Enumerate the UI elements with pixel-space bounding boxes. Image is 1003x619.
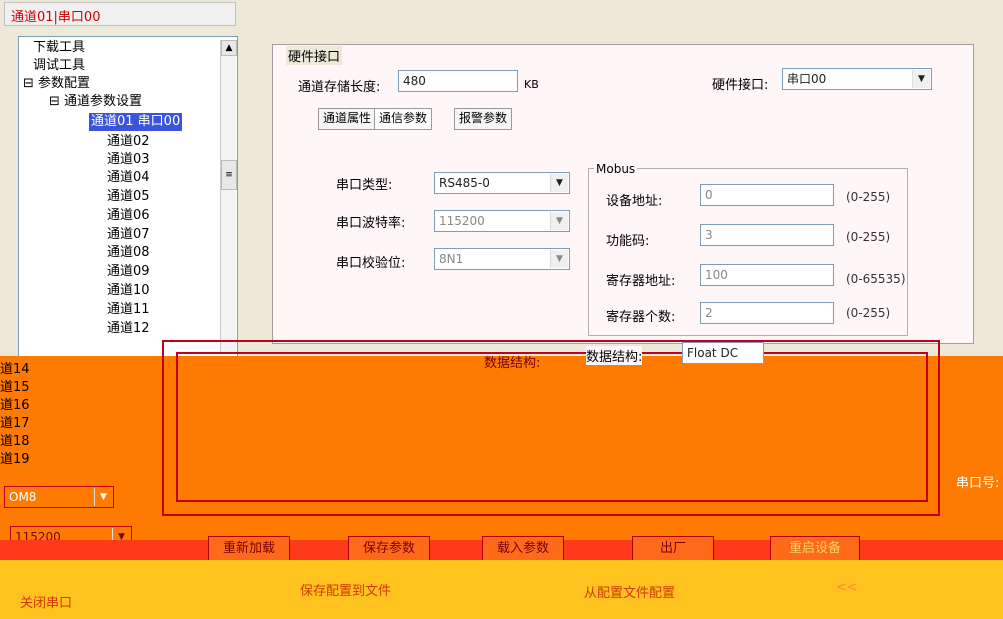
com-port-select[interactable]: OM8 ▼ (4, 486, 114, 508)
factory-reset-button[interactable]: 出厂 (632, 536, 714, 562)
scroll-thumb[interactable]: ≡ (221, 160, 237, 190)
data-struct-mid-label: 数据结构: (484, 356, 541, 371)
chevron-down-icon[interactable]: ▼ (550, 174, 568, 192)
channel-list-lower: 道14 道15 道16 道17 道18 道19 (0, 356, 128, 470)
inner-frame-2 (176, 352, 928, 502)
list-item[interactable]: 道15 (0, 376, 30, 395)
iface-label: 硬件接口: (712, 78, 769, 93)
storage-label: 通道存储长度: (298, 80, 381, 95)
tree-panel: 下载工具 调试工具 ⊟ 参数配置 ⊟ 通道参数设置 通道01 串口00 通道02… (18, 36, 238, 358)
storage-unit: KB (524, 78, 539, 91)
tree-item-channel-settings[interactable]: ⊟ 通道参数设置 (49, 93, 142, 111)
modbus-title: Mobus (594, 162, 638, 176)
config-from-file-button[interactable]: 从配置文件配置 (584, 582, 675, 601)
func-code-label: 功能码: (606, 234, 650, 249)
tree-scrollbar[interactable]: ▲ ≡ (220, 40, 237, 352)
list-item[interactable]: 道19 (0, 448, 30, 467)
tree-item-download[interactable]: 下载工具 (33, 39, 85, 57)
tree-item-ch12[interactable]: 通道12 (107, 320, 150, 338)
storage-input[interactable]: 480 (398, 70, 518, 92)
close-port-button[interactable]: 关闭串口 (20, 592, 72, 611)
parity-value: 8N1 (439, 252, 464, 266)
tab-comm-params[interactable]: 通信参数 (374, 108, 433, 130)
device-addr-label: 设备地址: (606, 194, 663, 209)
chevron-down-icon[interactable]: ▼ (912, 70, 930, 88)
chevron-down-icon[interactable]: ▼ (550, 212, 568, 230)
reload-button[interactable]: 重新加载 (208, 536, 290, 562)
list-item[interactable]: 道16 (0, 394, 30, 413)
baud-value: 115200 (439, 214, 485, 228)
device-addr-range: (0-255) (846, 190, 891, 204)
save-to-file-button[interactable]: 保存配置到文件 (300, 580, 391, 599)
serial-type-label: 串口类型: (336, 178, 393, 193)
tree-item-ch05[interactable]: 通道05 (107, 188, 150, 206)
reg-addr-range: (0-65535) (846, 272, 906, 286)
com-port-value: OM8 (9, 490, 37, 504)
tree-item-ch09[interactable]: 通道09 (107, 263, 150, 281)
chevron-down-icon[interactable]: ▼ (550, 250, 568, 268)
data-struct-label: 数据结构: (586, 346, 643, 365)
tree-item-params[interactable]: ⊟ 参数配置 (23, 75, 90, 93)
tab-channel-props[interactable]: 通道属性 (318, 108, 377, 130)
tree-item-ch07[interactable]: 通道07 (107, 226, 150, 244)
tree-item-ch10[interactable]: 通道10 (107, 282, 150, 300)
list-item[interactable]: 道14 (0, 358, 30, 377)
hardware-group-title: 硬件接口 (286, 46, 343, 65)
tree-item-ch08[interactable]: 通道08 (107, 244, 150, 262)
func-code-input[interactable]: 3 (700, 224, 834, 246)
reg-count-range: (0-255) (846, 306, 891, 320)
reg-count-input[interactable]: 2 (700, 302, 834, 324)
port-number-label: 串口号: (956, 476, 1000, 491)
parity-select[interactable]: 8N1 ▼ (434, 248, 570, 270)
serial-type-value: RS485-0 (439, 176, 490, 190)
reg-addr-label: 寄存器地址: (606, 274, 676, 289)
tree-item-ch02[interactable]: 通道02 (107, 133, 150, 151)
tab-alarm-params[interactable]: 报警参数 (454, 108, 513, 130)
iface-select-value: 串口00 (787, 72, 827, 86)
tree-item-channel-settings-label: 通道参数设置 (64, 94, 143, 109)
tree-item-ch03[interactable]: 通道03 (107, 151, 150, 169)
list-item[interactable]: 道17 (0, 412, 30, 431)
reg-count-label: 寄存器个数: (606, 310, 676, 325)
serial-type-select[interactable]: RS485-0 ▼ (434, 172, 570, 194)
tree-item-ch06[interactable]: 通道06 (107, 207, 150, 225)
func-code-range: (0-255) (846, 230, 891, 244)
reg-addr-input[interactable]: 100 (700, 264, 834, 286)
tree-item-ch11[interactable]: 通道11 (107, 301, 150, 319)
tree-item-ch01[interactable]: 通道01 串口00 (89, 113, 183, 131)
chevron-down-icon[interactable]: ▼ (94, 488, 112, 506)
tree-item-debug[interactable]: 调试工具 (33, 57, 85, 75)
tree-item-ch04[interactable]: 通道04 (107, 169, 150, 187)
iface-select[interactable]: 串口00 ▼ (782, 68, 932, 90)
load-params-button[interactable]: 载入参数 (482, 536, 564, 562)
data-struct-value: Float DC (687, 346, 739, 360)
data-struct-select[interactable]: Float DC (682, 342, 764, 364)
tree-item-params-label: 参数配置 (38, 76, 91, 91)
collapse-button[interactable]: << (836, 580, 858, 595)
save-params-button[interactable]: 保存参数 (348, 536, 430, 562)
device-addr-input[interactable]: 0 (700, 184, 834, 206)
parity-label: 串口校验位: (336, 256, 406, 271)
list-item[interactable]: 道18 (0, 430, 30, 449)
scroll-up-icon[interactable]: ▲ (221, 40, 237, 56)
baud-select[interactable]: 115200 ▼ (434, 210, 570, 232)
channel-title: 通道01|串口00 (4, 2, 236, 26)
baud-label: 串口波特率: (336, 216, 406, 231)
restart-device-button[interactable]: 重启设备 (770, 536, 860, 562)
